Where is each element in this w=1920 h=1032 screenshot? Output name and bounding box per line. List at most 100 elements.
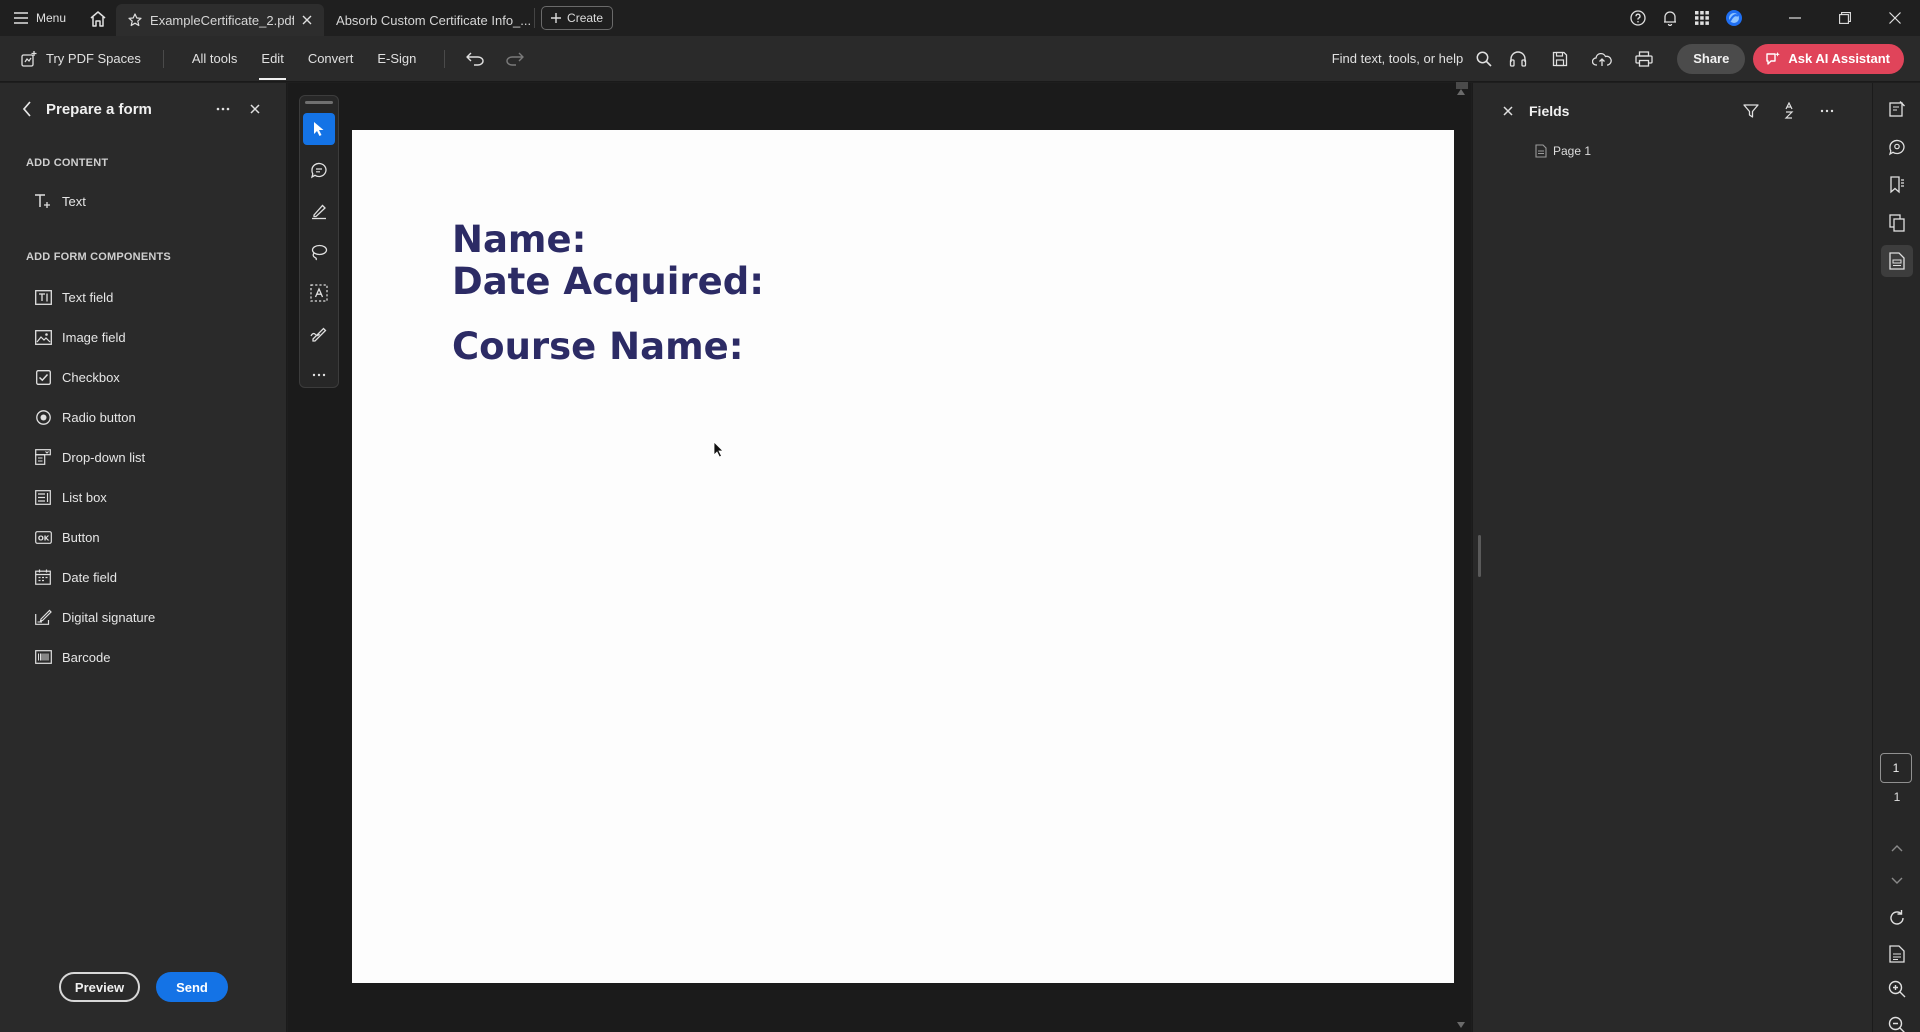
toolbar-divider	[444, 49, 446, 68]
headphones-icon	[1510, 50, 1527, 67]
next-page-button[interactable]	[1873, 866, 1920, 896]
barcode-item[interactable]: Barcode	[0, 637, 286, 677]
close-window-button[interactable]	[1870, 0, 1920, 36]
filter-button[interactable]	[1736, 96, 1766, 126]
tab-convert[interactable]: Convert	[296, 36, 366, 82]
scroll-down-button[interactable]	[1454, 1018, 1468, 1032]
text-tool-button[interactable]	[303, 277, 335, 309]
tree-item-page-1[interactable]: Page 1	[1473, 139, 1872, 163]
close-icon[interactable]	[1503, 106, 1513, 116]
fields-panel-button[interactable]	[1873, 242, 1920, 280]
undo-icon	[466, 52, 484, 66]
close-panel-button[interactable]	[240, 104, 270, 114]
highlight-tool-button[interactable]	[303, 195, 335, 227]
date-field-icon	[35, 569, 51, 585]
more-tools-button[interactable]	[303, 359, 335, 391]
profile-button[interactable]	[1718, 0, 1750, 36]
tab-absorb-certificate[interactable]: Absorb Custom Certificate Info_...	[324, 4, 534, 36]
select-tool-button[interactable]	[303, 113, 335, 145]
print-button[interactable]	[1623, 36, 1665, 82]
main-toolbar: Try PDF Spaces All tools Edit Convert E-…	[0, 36, 1920, 82]
send-button[interactable]: Send	[156, 972, 228, 1002]
fields-more-button[interactable]	[1812, 96, 1842, 126]
search-button[interactable]	[1471, 36, 1497, 82]
restore-button[interactable]	[1820, 0, 1870, 36]
radio-button-item[interactable]: Radio button	[0, 397, 286, 437]
pointer-arrow-icon	[314, 122, 324, 136]
chevron-down-icon	[1891, 877, 1903, 884]
text-field-icon	[34, 289, 52, 305]
tab-example-certificate[interactable]: ExampleCertificate_2.pdf	[116, 4, 325, 36]
drag-handle[interactable]	[305, 101, 333, 104]
panel-resize-handle[interactable]	[1478, 535, 1481, 577]
apps-button[interactable]	[1686, 0, 1718, 36]
ai-assistant-icon	[1766, 51, 1781, 65]
tab-all-tools[interactable]: All tools	[180, 36, 250, 82]
text-box-icon	[310, 284, 328, 302]
try-pdf-spaces-button[interactable]: Try PDF Spaces	[0, 36, 141, 82]
tab-esign[interactable]: E-Sign	[365, 36, 428, 82]
digital-signature-item[interactable]: Digital signature	[0, 597, 286, 637]
mouse-cursor-icon	[713, 441, 724, 458]
add-text-item[interactable]: Text	[0, 181, 286, 221]
checkbox-item[interactable]: Checkbox	[0, 357, 286, 397]
bookmarks-button[interactable]	[1873, 166, 1920, 204]
back-arrow-icon[interactable]	[22, 101, 32, 117]
home-button[interactable]	[80, 0, 116, 36]
caret-down-icon	[1457, 1022, 1465, 1028]
page-display-button[interactable]	[1873, 939, 1920, 969]
redo-button[interactable]	[495, 36, 535, 82]
comments-button[interactable]	[1873, 128, 1920, 166]
upload-button[interactable]	[1581, 36, 1623, 82]
draw-tool-button[interactable]	[303, 236, 335, 268]
save-button[interactable]	[1539, 36, 1581, 82]
scroll-up-button[interactable]	[1454, 85, 1468, 99]
tab-edit[interactable]: Edit	[249, 36, 295, 82]
item-label: Barcode	[62, 649, 111, 665]
help-button[interactable]	[1622, 0, 1654, 36]
star-icon[interactable]	[128, 13, 142, 27]
document-viewport[interactable]: Name: Date Acquired: Course Name:	[288, 82, 1471, 1032]
panel-title: Prepare a form	[46, 100, 152, 118]
preview-button[interactable]: Preview	[59, 972, 140, 1002]
sign-tool-button[interactable]	[303, 318, 335, 350]
minimize-button[interactable]	[1770, 0, 1820, 36]
close-tab-icon[interactable]	[302, 15, 312, 25]
home-icon	[90, 10, 106, 27]
page-thumbnails-button[interactable]	[1873, 204, 1920, 242]
current-page-input[interactable]: 1	[1880, 753, 1912, 783]
radio-button-icon	[35, 409, 51, 425]
comment-tool-button[interactable]	[303, 154, 335, 186]
dropdown-list-item[interactable]: Drop-down list	[0, 437, 286, 477]
zoom-in-button[interactable]	[1873, 974, 1920, 1004]
save-icon	[1553, 51, 1568, 66]
find-search-label[interactable]: Find text, tools, or help	[1332, 51, 1464, 66]
date-field-item[interactable]: Date field	[0, 557, 286, 597]
read-aloud-button[interactable]	[1497, 36, 1539, 82]
text-field-item[interactable]: Text field	[0, 277, 286, 317]
restore-icon	[1839, 12, 1851, 24]
organize-pages-button[interactable]	[1873, 90, 1920, 128]
notifications-button[interactable]	[1654, 0, 1686, 36]
image-field-icon	[34, 329, 52, 345]
sort-button[interactable]	[1774, 96, 1804, 126]
item-label: Text	[62, 193, 86, 209]
button-item[interactable]: OK Button	[0, 517, 286, 557]
plus-icon	[551, 13, 562, 23]
image-field-item[interactable]: Image field	[0, 317, 286, 357]
pdf-page[interactable]: Name: Date Acquired: Course Name:	[352, 130, 1454, 983]
add-text-icon	[35, 194, 50, 208]
more-options-button[interactable]	[206, 107, 240, 111]
fields-panel: Fields Page 1	[1472, 83, 1872, 1032]
share-button[interactable]: Share	[1677, 43, 1746, 74]
rotate-view-button[interactable]	[1873, 903, 1920, 933]
create-button[interactable]: Create	[541, 6, 614, 30]
zoom-out-button[interactable]	[1873, 1010, 1920, 1032]
undo-button[interactable]	[455, 36, 495, 82]
previous-page-button[interactable]	[1873, 833, 1920, 863]
create-label: Create	[567, 11, 604, 25]
menu-button[interactable]: Menu	[0, 0, 80, 36]
checkbox-icon	[35, 369, 51, 385]
ask-ai-assistant-button[interactable]: Ask AI Assistant	[1753, 43, 1904, 74]
list-box-item[interactable]: List box	[0, 477, 286, 517]
